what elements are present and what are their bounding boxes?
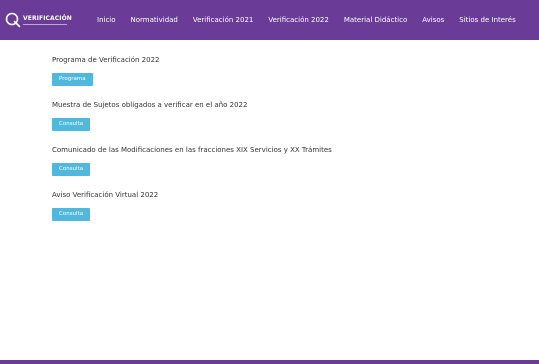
block-title: Aviso Verificación Virtual 2022 <box>52 191 159 199</box>
main-nav: Inicio Normatividad Verificación 2021 Ve… <box>97 0 516 40</box>
content-block-comunicado: Comunicado de las Modificaciones en las … <box>52 145 332 176</box>
nav-item-verificacion-2022[interactable]: Verificación 2022 <box>268 16 328 24</box>
main-content: Programa de Verificación 2022 Programa M… <box>52 55 332 235</box>
content-block-aviso: Aviso Verificación Virtual 2022 Consulta <box>52 190 332 221</box>
site-logo[interactable]: VERIFICACIÓN <box>5 0 85 40</box>
logo-title: VERIFICACIÓN <box>23 14 72 22</box>
block-title: Muestra de Sujetos obligados a verificar… <box>52 101 248 109</box>
nav-item-material-didactico[interactable]: Material Didáctico <box>344 16 407 24</box>
logo-text-group: VERIFICACIÓN <box>23 14 72 25</box>
block-title: Programa de Verificación 2022 <box>52 56 160 64</box>
block-title: Comunicado de las Modificaciones en las … <box>52 146 332 154</box>
consulta-button[interactable]: Consulta <box>52 118 91 131</box>
logo-subtitle-line <box>23 23 67 25</box>
content-block-muestra: Muestra de Sujetos obligados a verificar… <box>52 100 332 131</box>
programa-button[interactable]: Programa <box>52 73 93 86</box>
nav-item-sitios-de-interes[interactable]: Sitios de Interés <box>459 16 515 24</box>
footer-bar <box>0 360 539 364</box>
nav-item-avisos[interactable]: Avisos <box>422 16 444 24</box>
top-navbar: VERIFICACIÓN Inicio Normatividad Verific… <box>0 0 539 40</box>
q-logo-icon <box>5 12 21 28</box>
nav-item-normatividad[interactable]: Normatividad <box>131 16 178 24</box>
content-block-programa: Programa de Verificación 2022 Programa <box>52 55 332 86</box>
nav-item-verificacion-2021[interactable]: Verificación 2021 <box>193 16 253 24</box>
consulta-button[interactable]: Consulta <box>52 208 91 221</box>
nav-item-inicio[interactable]: Inicio <box>97 16 116 24</box>
consulta-button[interactable]: Consulta <box>52 163 91 176</box>
